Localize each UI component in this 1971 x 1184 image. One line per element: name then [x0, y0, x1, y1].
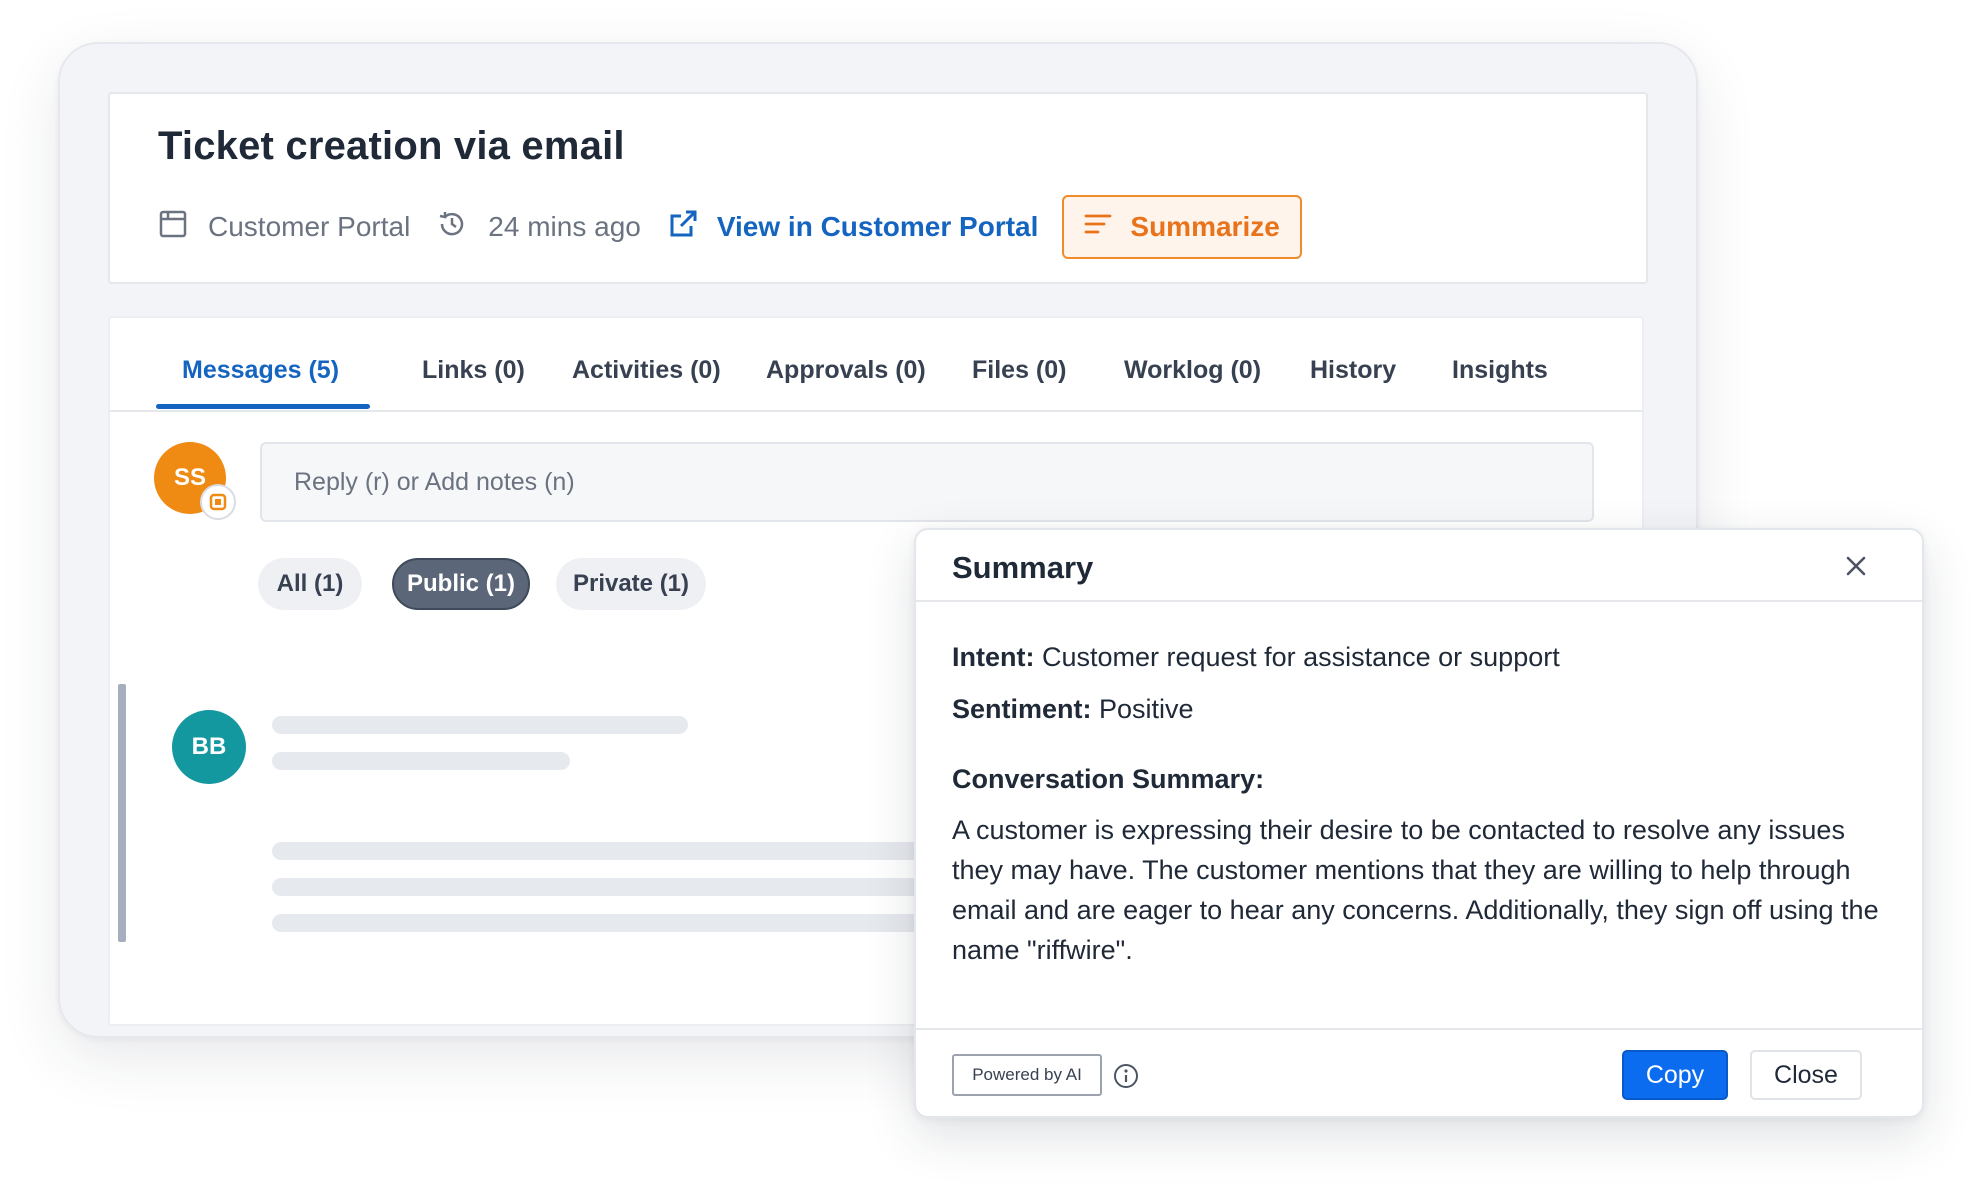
summary-dialog: Summary Intent: Customer request for ass…: [914, 528, 1924, 1118]
avatar: BB: [172, 710, 246, 784]
history-icon: [436, 208, 488, 247]
intent-value: Customer request for assistance or suppo…: [1034, 642, 1560, 672]
summary-title: Summary: [952, 550, 1094, 585]
summarize-lines-icon: [1084, 211, 1130, 243]
tab-history[interactable]: History: [1310, 356, 1396, 385]
summary-header: Summary: [916, 530, 1922, 602]
view-in-portal-link[interactable]: View in Customer Portal: [667, 208, 1039, 247]
intent-label: Intent:: [952, 642, 1035, 672]
message-placeholder-line: [272, 878, 972, 896]
summarize-button[interactable]: Summarize: [1062, 195, 1302, 259]
external-link-icon: [667, 208, 717, 247]
ticket-meta: Customer Portal 24 mins ago View in Cust…: [158, 194, 1302, 260]
summarize-label: Summarize: [1130, 211, 1280, 242]
view-in-portal-label: View in Customer Portal: [716, 211, 1039, 242]
message-placeholder-line: [272, 716, 688, 734]
reply-input[interactable]: Reply (r) or Add notes (n): [260, 442, 1594, 522]
filter-public[interactable]: Public (1): [392, 558, 530, 610]
ticket-time-label: 24 mins ago: [488, 211, 641, 242]
filter-private[interactable]: Private (1): [556, 558, 706, 610]
info-icon[interactable]: [1112, 1062, 1140, 1090]
tab-approvals[interactable]: Approvals (0): [766, 356, 926, 385]
ticket-title: Ticket creation via email: [158, 124, 625, 168]
tab-messages[interactable]: Messages (5): [182, 356, 339, 385]
close-button[interactable]: Close: [1750, 1050, 1862, 1100]
ticket-time: 24 mins ago: [436, 208, 641, 247]
close-icon[interactable]: [1840, 550, 1872, 582]
tab-insights[interactable]: Insights: [1452, 356, 1548, 385]
copy-button[interactable]: Copy: [1622, 1050, 1728, 1100]
conversation-heading: Conversation Summary:: [952, 764, 1265, 794]
sentiment-label: Sentiment:: [952, 694, 1092, 724]
summary-sentiment: Sentiment: Positive: [952, 694, 1194, 725]
tab-links[interactable]: Links (0): [422, 356, 525, 385]
calendar-icon: [158, 209, 208, 246]
message-placeholder-line: [272, 752, 570, 770]
message-placeholder-line: [272, 914, 972, 932]
conversation-summary-text: A customer is expressing their desire to…: [952, 815, 1879, 965]
ticket-source: Customer Portal: [158, 209, 410, 246]
message-placeholder-line: [272, 842, 972, 860]
active-tab-indicator: [156, 404, 370, 409]
ticket-header: Ticket creation via email Customer Porta…: [108, 92, 1648, 284]
portal-badge-icon: [200, 484, 236, 520]
sentiment-value: Positive: [1091, 694, 1194, 724]
summary-intent: Intent: Customer request for assistance …: [952, 642, 1560, 673]
tab-worklog[interactable]: Worklog (0): [1124, 356, 1261, 385]
powered-by-ai-badge: Powered by AI: [952, 1054, 1102, 1096]
ticket-source-label: Customer Portal: [208, 211, 411, 242]
tab-activities[interactable]: Activities (0): [572, 356, 721, 385]
tab-files[interactable]: Files (0): [972, 356, 1066, 385]
thread-indicator: [118, 684, 126, 942]
filter-all[interactable]: All (1): [258, 558, 362, 610]
summary-footer-divider: [916, 1028, 1922, 1030]
tab-bar: Messages (5) Links (0) Activities (0) Ap…: [110, 318, 1642, 412]
